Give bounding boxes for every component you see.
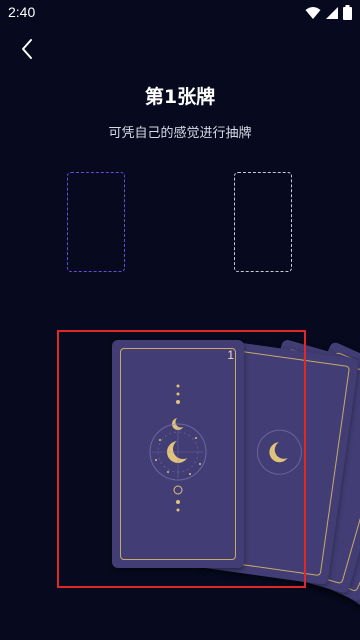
back-button[interactable] [12, 34, 42, 64]
status-time: 2:40 [8, 4, 36, 20]
signal-icon [325, 5, 339, 24]
page-subtitle: 可凭自己的感觉进行抽牌 [108, 126, 252, 141]
screen: 2:40 第1张牌 可凭自己的感觉进行抽牌 1 [0, 0, 360, 640]
status-icons [305, 5, 352, 24]
card-slot-2[interactable] [234, 172, 292, 272]
moon-emblem-icon [149, 384, 207, 512]
page-title: 第1张牌 [144, 86, 216, 108]
chevron-left-icon [22, 39, 32, 59]
card-slot-1[interactable] [67, 172, 125, 272]
wifi-icon [305, 5, 321, 24]
battery-icon [343, 5, 352, 24]
tarot-card-selected[interactable]: 1 [112, 340, 244, 568]
card-number: 1 [227, 348, 234, 362]
status-bar: 2:40 [0, 0, 360, 26]
